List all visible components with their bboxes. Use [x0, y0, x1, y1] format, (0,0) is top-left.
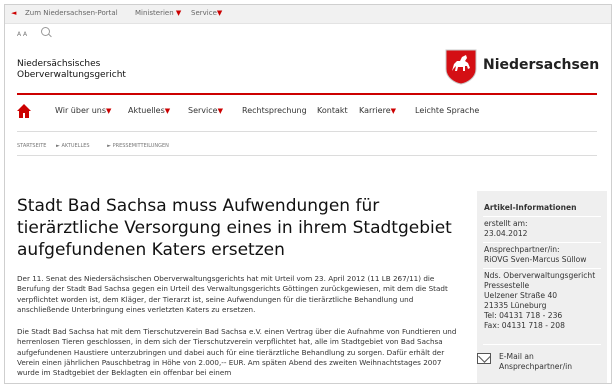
breadcrumb-label: AKTUELLES	[61, 143, 90, 149]
divider	[17, 155, 597, 156]
created-label: erstellt am:	[484, 219, 528, 228]
article-title: Stadt Bad Sachsa muss Aufwendungen für t…	[17, 196, 452, 260]
ministries-label: Ministerien	[135, 9, 174, 17]
nav-label: Aktuelles	[128, 106, 165, 115]
accessibility-tools: A A	[17, 27, 50, 38]
nav-label: Wir über uns	[55, 106, 106, 115]
nav-item-wir-ueber-uns[interactable]: Wir über uns▼	[55, 106, 111, 115]
contact-fax: Fax: 04131 718 - 208	[484, 321, 565, 330]
nav-label: Leichte Sprache	[415, 106, 480, 115]
font-size-button[interactable]: A A	[17, 31, 27, 38]
divider	[483, 268, 601, 269]
divider	[483, 242, 601, 243]
back-arrow-icon: ◄	[11, 9, 17, 17]
logo-text[interactable]: Niedersachsen	[483, 57, 599, 73]
nav-item-leichte-sprache[interactable]: Leichte Sprache	[415, 106, 479, 115]
contact-city: 21335 Lüneburg	[484, 301, 547, 310]
sidebar-title: Artikel-Informationen	[484, 203, 577, 212]
contact-name: RiOVG Sven-Marcus Süllow	[484, 255, 587, 264]
breadcrumb-aktuelles[interactable]: ► AKTUELLES	[56, 143, 98, 149]
chevron-down-icon: ▼	[216, 9, 223, 17]
contact-dept: Pressestelle	[484, 281, 530, 290]
mail-icon[interactable]	[477, 353, 491, 364]
breadcrumb-home[interactable]: STARTSEITE	[17, 143, 46, 149]
created-date: 23.04.2012	[484, 229, 528, 238]
portal-link[interactable]: Zum Niedersachsen-Portal	[25, 9, 118, 17]
chevron-down-icon: ▼	[106, 107, 112, 115]
nav-item-karriere[interactable]: Karriere▼	[359, 106, 396, 115]
breadcrumb-pressemitteilungen[interactable]: ► PRESSEMITTEILUNGEN	[107, 143, 177, 149]
chevron-down-icon: ▼	[164, 107, 171, 115]
email-link-line1: E-Mail an	[499, 352, 534, 361]
search-icon[interactable]	[41, 27, 50, 36]
header-accent-line	[17, 93, 597, 95]
nav-label: Karriere	[359, 106, 391, 115]
contact-tel: Tel: 04131 718 - 236	[484, 311, 563, 320]
email-link[interactable]: E-Mail an Ansprechpartner/in	[499, 352, 572, 372]
site-name[interactable]: Niedersächsisches Oberverwaltungsgericht	[17, 59, 126, 81]
chevron-down-icon: ▼	[217, 107, 223, 115]
ministries-menu[interactable]: Ministerien ▼	[135, 9, 181, 17]
divider	[17, 131, 597, 132]
browser-page: ◄ Zum Niedersachsen-Portal Ministerien ▼…	[4, 4, 612, 384]
chevron-down-icon: ▼	[175, 9, 182, 17]
nav-item-kontakt[interactable]: Kontakt	[317, 106, 348, 115]
service-label: Service	[191, 9, 217, 17]
email-link-line2: Ansprechpartner/in	[499, 362, 573, 371]
contact-label: Ansprechpartner/in:	[484, 245, 560, 254]
nav-label: Kontakt	[317, 106, 348, 115]
nav-item-aktuelles[interactable]: Aktuelles▼	[128, 106, 170, 115]
divider	[483, 344, 601, 345]
chevron-down-icon: ▼	[390, 107, 397, 115]
service-menu[interactable]: Service▼	[191, 9, 222, 17]
breadcrumb: STARTSEITE ► AKTUELLES ► PRESSEMITTEILUN…	[17, 143, 185, 149]
site-name-line2: Oberverwaltungsgericht	[17, 70, 126, 80]
contact-org: Nds. Oberverwaltungsgericht	[484, 271, 596, 280]
article-paragraph-1: Der 11. Senat des Niedersächsischen Ober…	[17, 274, 448, 314]
nav-label: Service	[188, 106, 218, 115]
top-service-bar: ◄ Zum Niedersachsen-Portal Ministerien ▼…	[5, 5, 611, 24]
breadcrumb-label: PRESSEMITTEILUNGEN	[112, 143, 169, 149]
coat-of-arms-icon[interactable]	[445, 49, 477, 85]
nav-item-service[interactable]: Service▼	[188, 106, 223, 115]
nav-label: Rechtsprechung	[242, 106, 307, 115]
article-paragraph-2: Die Stadt Bad Sachsa hat mit dem Tiersch…	[17, 327, 457, 378]
contact-street: Uelzener Straße 40	[484, 291, 558, 300]
article-info-sidebar: Artikel-Informationen erstellt am: 23.04…	[477, 191, 607, 383]
home-icon[interactable]	[17, 104, 31, 118]
divider	[483, 216, 601, 217]
nav-item-rechtsprechung[interactable]: Rechtsprechung	[242, 106, 307, 115]
site-name-line1: Niedersächsisches	[17, 59, 101, 69]
